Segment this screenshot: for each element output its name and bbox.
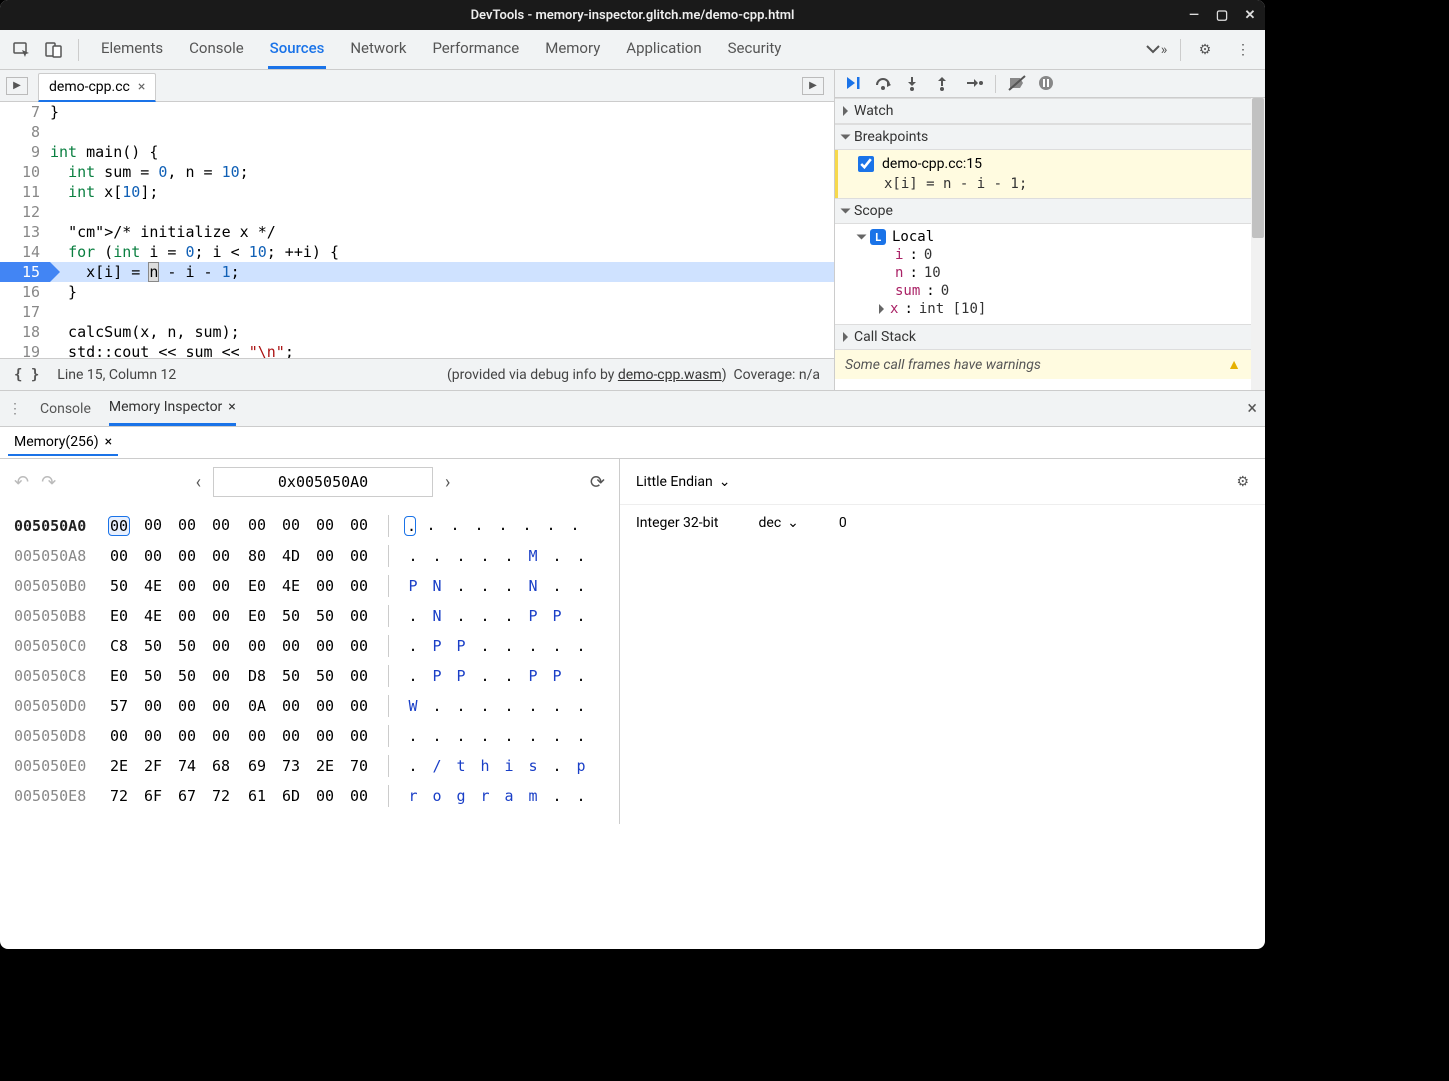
- tab-application[interactable]: Application: [624, 30, 703, 69]
- inspect-element-icon[interactable]: [8, 36, 36, 64]
- tab-memory[interactable]: Memory: [543, 30, 602, 69]
- drawer-close-icon[interactable]: ×: [1247, 398, 1257, 419]
- settings-gear-icon[interactable]: ⚙: [1191, 36, 1219, 64]
- history-back-icon[interactable]: ↶: [14, 472, 29, 493]
- breakpoint-item[interactable]: demo-cpp.cc:15 x[i] = n - i - 1;: [835, 150, 1251, 198]
- drawer-tab-memory-inspector[interactable]: Memory Inspector×: [109, 391, 236, 426]
- watch-section[interactable]: Watch: [835, 98, 1265, 124]
- scope-section[interactable]: Scope: [835, 198, 1265, 224]
- warning-icon: ▲: [1227, 356, 1241, 373]
- page-next-icon[interactable]: ›: [445, 472, 450, 493]
- pause-exceptions-icon[interactable]: [1038, 75, 1056, 93]
- tab-elements[interactable]: Elements: [99, 30, 165, 69]
- window-maximize-icon[interactable]: ▢: [1215, 8, 1229, 22]
- hex-row[interactable]: 005050B8E04E0000E0505000.N...PP.: [14, 601, 609, 631]
- value-type-label: Integer 32-bit: [636, 515, 719, 531]
- tab-security[interactable]: Security: [726, 30, 784, 69]
- value-display: 0: [839, 515, 847, 531]
- cursor-position: Line 15, Column 12: [57, 367, 176, 383]
- more-tabs-icon[interactable]: »: [1142, 36, 1170, 64]
- history-forward-icon[interactable]: ↷: [41, 472, 56, 493]
- tab-sources[interactable]: Sources: [268, 30, 327, 69]
- callstack-section[interactable]: Call Stack: [835, 324, 1265, 350]
- toggle-navigator-icon[interactable]: ▶: [6, 77, 28, 95]
- tab-performance[interactable]: Performance: [430, 30, 521, 69]
- hex-row[interactable]: 005050A800000000804D0000.....M..: [14, 541, 609, 571]
- callstack-warning: Some call frames have warnings▲: [835, 350, 1251, 379]
- step-over-icon[interactable]: [875, 75, 893, 93]
- breakpoints-section[interactable]: Breakpoints: [835, 124, 1265, 150]
- hex-row[interactable]: 005050D80000000000000000........: [14, 721, 609, 751]
- close-icon[interactable]: ×: [105, 434, 112, 450]
- endian-dropdown[interactable]: Little Endian ⌄: [636, 474, 730, 490]
- scope-var-sum[interactable]: sum: 0: [879, 282, 1257, 300]
- memory-settings-icon[interactable]: ⚙: [1236, 474, 1249, 490]
- close-icon[interactable]: ×: [228, 399, 235, 415]
- hex-row[interactable]: 005050B0504E0000E04E0000PN...N..: [14, 571, 609, 601]
- kebab-menu-icon[interactable]: ⋮: [1229, 36, 1257, 64]
- hex-row[interactable]: 005050C8E0505000D8505000.PP..PP.: [14, 661, 609, 691]
- hex-row[interactable]: 005050A00000000000000000........: [14, 511, 609, 541]
- chevron-down-icon: ⌄: [719, 474, 731, 490]
- memory-tab[interactable]: Memory(256)×: [8, 430, 118, 456]
- tab-console[interactable]: Console: [187, 30, 246, 69]
- window-close-icon[interactable]: ✕: [1243, 8, 1257, 22]
- window-title: DevTools - memory-inspector.glitch.me/de…: [471, 8, 795, 23]
- tab-network[interactable]: Network: [348, 30, 408, 69]
- window-minimize-icon[interactable]: —: [1187, 8, 1201, 22]
- step-icon[interactable]: [965, 75, 983, 93]
- refresh-icon[interactable]: ⟳: [590, 472, 605, 493]
- coverage-label: Coverage: n/a: [734, 367, 820, 383]
- scope-var-x[interactable]: x: int [10]: [879, 300, 1257, 318]
- scope-var-n[interactable]: n: 10: [879, 264, 1257, 282]
- step-into-icon[interactable]: [905, 75, 923, 93]
- hex-row[interactable]: 005050E02E2F746869732E70./this.p: [14, 751, 609, 781]
- deactivate-bp-icon[interactable]: [1008, 75, 1026, 93]
- address-input[interactable]: [213, 467, 433, 497]
- drawer-tab-console[interactable]: Console: [40, 391, 91, 426]
- hex-row[interactable]: 005050D0570000000A000000W.......: [14, 691, 609, 721]
- page-prev-icon[interactable]: ‹: [196, 472, 201, 493]
- scope-var-i[interactable]: i: 0: [879, 246, 1257, 264]
- drawer-menu-icon[interactable]: ⋮: [8, 401, 22, 417]
- hex-row[interactable]: 005050C0C850500000000000.PP.....: [14, 631, 609, 661]
- pretty-print-icon[interactable]: { }: [14, 367, 39, 383]
- breakpoint-checkbox[interactable]: [858, 156, 874, 172]
- source-file-tab[interactable]: demo-cpp.cc ×: [38, 73, 156, 102]
- step-out-icon[interactable]: [935, 75, 953, 93]
- scope-local[interactable]: LLocal: [859, 228, 1257, 246]
- toggle-debugger-icon[interactable]: ▶: [802, 77, 824, 95]
- close-tab-icon[interactable]: ×: [138, 79, 145, 95]
- resume-icon[interactable]: [845, 75, 863, 93]
- chevron-down-icon: ⌄: [787, 515, 799, 531]
- value-format-dropdown[interactable]: dec ⌄: [759, 515, 799, 531]
- device-toggle-icon[interactable]: [40, 36, 68, 64]
- source-file-name: demo-cpp.cc: [49, 79, 130, 95]
- wasm-link[interactable]: demo-cpp.wasm: [618, 367, 722, 383]
- hex-row[interactable]: 005050E8726F6772616D0000rogram..: [14, 781, 609, 811]
